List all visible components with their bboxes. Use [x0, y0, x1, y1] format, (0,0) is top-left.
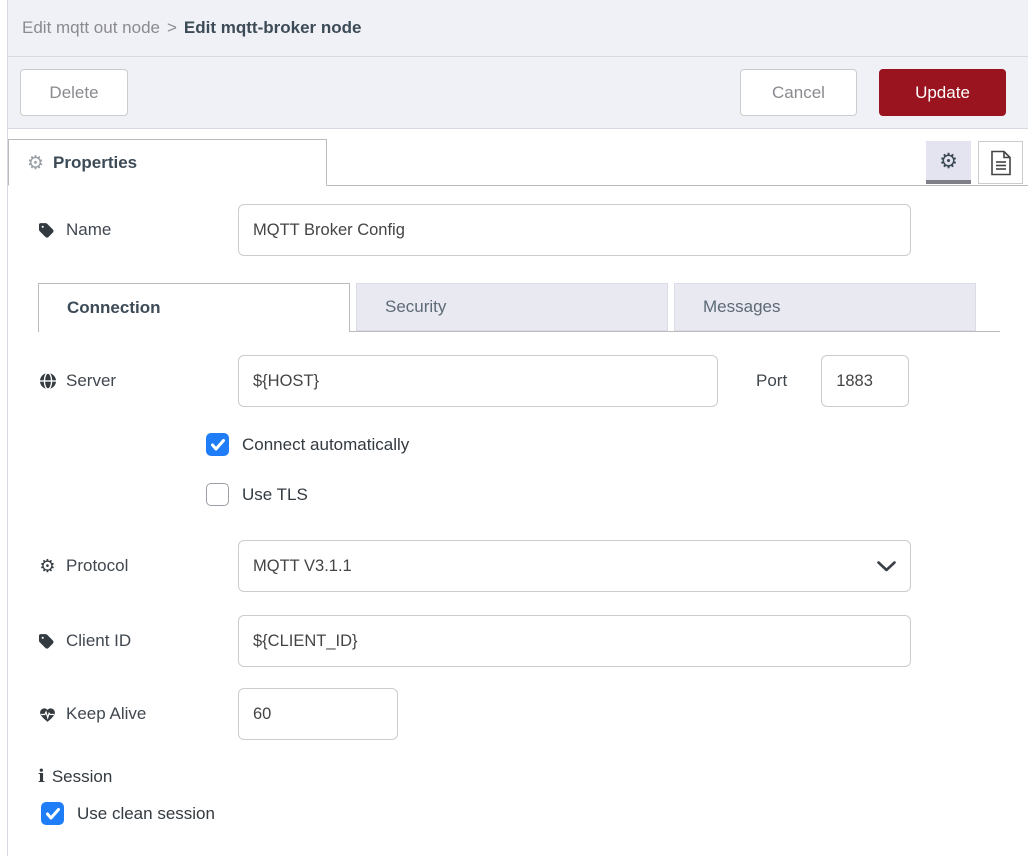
gear-icon: ⚙ — [38, 556, 57, 577]
tag-icon — [38, 222, 57, 239]
clean-session-row: Use clean session — [41, 802, 1028, 825]
clean-session-checkbox[interactable] — [41, 802, 64, 825]
cancel-button[interactable]: Cancel — [740, 69, 857, 116]
broker-section-tabs: Connection Security Messages — [38, 283, 1000, 332]
name-input[interactable] — [238, 204, 911, 256]
node-properties-button[interactable]: ⚙ — [926, 141, 971, 184]
tab-properties[interactable]: ⚙ Properties — [8, 139, 327, 186]
delete-button[interactable]: Delete — [20, 69, 128, 116]
server-label: Server — [38, 371, 238, 391]
keep-alive-label: Keep Alive — [38, 704, 238, 724]
tab-connection-label: Connection — [67, 298, 161, 318]
connect-automatically-checkbox[interactable] — [206, 433, 229, 456]
info-icon: i — [38, 766, 45, 787]
check-icon — [211, 439, 225, 451]
use-tls-row: Use TLS — [206, 483, 1028, 506]
keep-alive-label-text: Keep Alive — [66, 704, 146, 724]
gear-icon: ⚙ — [939, 149, 958, 173]
name-label-text: Name — [66, 220, 111, 240]
editor-tab-bar: ⚙ Properties ⚙ — [8, 129, 1028, 186]
node-description-button[interactable] — [978, 141, 1023, 184]
breadcrumb-parent-link[interactable]: Edit mqtt out node — [22, 18, 160, 38]
session-row: i Session — [38, 766, 1028, 787]
check-icon — [46, 808, 60, 820]
protocol-selected-value: MQTT V3.1.1 — [253, 557, 352, 576]
use-tls-label: Use TLS — [242, 485, 308, 505]
name-row: Name — [38, 204, 1028, 256]
breadcrumb: Edit mqtt out node > Edit mqtt-broker no… — [8, 0, 1028, 57]
port-label: Port — [756, 371, 787, 391]
session-label: Session — [52, 767, 112, 787]
tab-security-label: Security — [385, 297, 446, 317]
client-id-label-text: Client ID — [66, 631, 131, 651]
tag-icon — [38, 633, 57, 650]
update-button[interactable]: Update — [879, 69, 1006, 116]
connect-automatically-label: Connect automatically — [242, 435, 409, 455]
protocol-label: ⚙ Protocol — [38, 556, 238, 577]
server-row: Server Port — [38, 355, 1028, 407]
server-label-text: Server — [66, 371, 116, 391]
server-input[interactable] — [238, 355, 718, 407]
name-label: Name — [38, 220, 238, 240]
tab-connection[interactable]: Connection — [38, 283, 350, 332]
tab-messages[interactable]: Messages — [674, 283, 976, 331]
client-id-row: Client ID — [38, 615, 1028, 667]
protocol-label-text: Protocol — [66, 556, 128, 576]
gear-icon: ⚙ — [27, 152, 44, 174]
chevron-down-icon — [877, 561, 896, 572]
page-title: Edit mqtt-broker node — [184, 18, 362, 38]
clean-session-label: Use clean session — [77, 804, 215, 824]
keep-alive-row: Keep Alive — [38, 688, 1028, 740]
tab-security[interactable]: Security — [356, 283, 668, 331]
client-id-input[interactable] — [238, 615, 911, 667]
keep-alive-input[interactable] — [238, 688, 398, 740]
edit-node-dialog: Edit mqtt out node > Edit mqtt-broker no… — [7, 0, 1028, 856]
port-input[interactable] — [821, 355, 909, 407]
heartbeat-icon — [38, 706, 57, 723]
client-id-label: Client ID — [38, 631, 238, 651]
document-icon — [990, 150, 1012, 176]
node-config-form: Name Connection Security Messages — [8, 186, 1028, 825]
use-tls-checkbox[interactable] — [206, 483, 229, 506]
protocol-row: ⚙ Protocol MQTT V3.1.1 — [38, 540, 1028, 592]
tab-properties-label: Properties — [53, 153, 137, 173]
globe-icon — [38, 372, 57, 390]
protocol-select[interactable]: MQTT V3.1.1 — [238, 540, 911, 592]
dialog-toolbar: Delete Cancel Update — [8, 57, 1028, 129]
breadcrumb-separator: > — [167, 18, 177, 38]
connect-automatically-row: Connect automatically — [206, 433, 1028, 456]
tab-messages-label: Messages — [703, 297, 780, 317]
